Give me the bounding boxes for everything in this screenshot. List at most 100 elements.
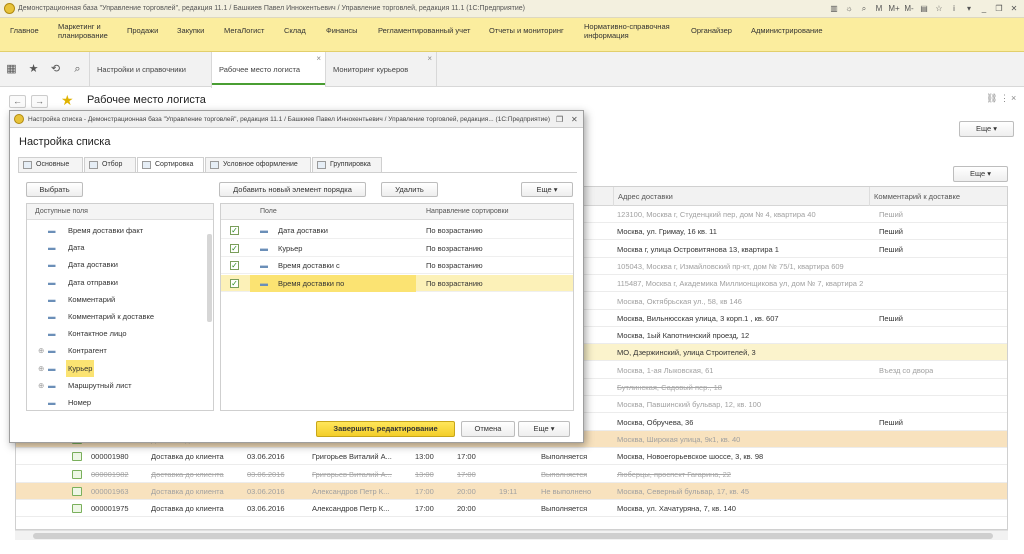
- grid-cell-address: МО, Дзержинский, улица Строителей, 3: [617, 348, 756, 358]
- menu-item-0[interactable]: Главное: [10, 26, 39, 35]
- menu-item-2[interactable]: Продажи: [127, 26, 158, 35]
- sort-direction[interactable]: По возрастанию: [426, 240, 483, 257]
- calc-icon[interactable]: ▤: [918, 2, 930, 15]
- menu-item-8[interactable]: Отчеты и мониторинг: [489, 26, 564, 35]
- sort-checkbox[interactable]: ✓: [230, 278, 239, 288]
- expand-plus-icon[interactable]: ⊕: [38, 377, 44, 394]
- grid-cell-address: Москва г, улица Островитянова 13, кварти…: [617, 244, 779, 254]
- dropdown-icon[interactable]: ▾: [963, 2, 975, 15]
- field-item[interactable]: ⊕ ▬ Курьер: [27, 359, 207, 377]
- search-icon[interactable]: ⌕: [71, 63, 84, 76]
- menu-item-7[interactable]: Регламентированный учет: [378, 26, 470, 35]
- history-icon[interactable]: ⟲: [49, 63, 62, 76]
- favorites-star-icon[interactable]: ★: [27, 63, 40, 76]
- close-icon[interactable]: ×: [1011, 93, 1016, 103]
- field-label: Дата доставки: [68, 260, 118, 270]
- grid-menu-icon[interactable]: ▦: [5, 63, 18, 76]
- tab-courier-label: Мониторинг курьеров: [333, 65, 409, 74]
- sort-direction[interactable]: По возрастанию: [426, 222, 483, 239]
- panel-icon[interactable]: ▥: [828, 2, 840, 15]
- memory-plus-icon[interactable]: M+: [888, 2, 900, 15]
- table-row[interactable]: 000001982 Доставка до клиента 03.06.2016 Гр…: [16, 466, 1007, 483]
- delete-button[interactable]: Удалить: [381, 182, 438, 197]
- settings-icon[interactable]: ☼: [843, 2, 855, 15]
- restore-icon[interactable]: ❐: [556, 111, 563, 128]
- menu-item-6[interactable]: Финансы: [326, 26, 358, 35]
- field-item[interactable]: ▬ Дата: [27, 239, 207, 256]
- field-icon: ▬: [260, 243, 268, 253]
- cancel-button[interactable]: Отмена: [461, 421, 515, 437]
- sort-checkbox[interactable]: ✓: [230, 226, 239, 235]
- tab-courier-monitoring[interactable]: Мониторинг курьеров ×: [325, 52, 437, 87]
- info-icon[interactable]: i: [948, 2, 960, 15]
- sort-row[interactable]: ✓ ▬ Время доставки с По возрастанию: [221, 257, 573, 274]
- menu-item-11[interactable]: Администрирование: [751, 26, 823, 35]
- favorite-star-icon[interactable]: ★: [61, 92, 74, 109]
- table-row[interactable]: 000001963 Доставка до клиента 03.06.2016 Ал…: [16, 482, 1007, 500]
- maximize-icon[interactable]: ❐: [993, 2, 1005, 15]
- grid-cell-address: Москва, Северный бульвар, 17, кв. 45: [617, 486, 750, 496]
- sort-more-button[interactable]: Еще ▾: [521, 182, 573, 197]
- memory-minus-icon[interactable]: M-: [903, 2, 915, 15]
- sort-direction[interactable]: По возрастанию: [426, 257, 483, 274]
- dialog-tab-2[interactable]: Сортировка: [137, 157, 204, 173]
- field-item[interactable]: ▬ Комментарий к доставке: [27, 308, 207, 325]
- add-order-element-button[interactable]: Добавить новый элемент порядка: [219, 182, 366, 197]
- close-window-icon[interactable]: ✕: [1008, 2, 1020, 15]
- close-tab-icon[interactable]: ×: [427, 52, 432, 66]
- tab-settings[interactable]: Настройки и справочники: [89, 52, 211, 87]
- dialog-more-button[interactable]: Еще ▾: [518, 421, 570, 437]
- grid-more-button[interactable]: Еще ▾: [953, 166, 1008, 182]
- table-row[interactable]: 000001980 Доставка до клиента 03.06.2016 Гр…: [16, 448, 1007, 466]
- dialog-tab-1[interactable]: Отбор: [84, 157, 136, 172]
- field-item[interactable]: ▬ Контактное лицо: [27, 325, 207, 342]
- sort-row[interactable]: ✓ ▬ Курьер По возрастанию: [221, 240, 573, 257]
- field-item[interactable]: ▬ Комментарий: [27, 291, 207, 308]
- memory-icon[interactable]: M: [873, 2, 885, 15]
- more-button[interactable]: Еще ▾: [959, 121, 1014, 137]
- close-dialog-icon[interactable]: ✕: [571, 111, 578, 128]
- dialog-tab-4[interactable]: Группировка: [312, 157, 382, 172]
- sort-direction[interactable]: По возрастанию: [426, 275, 483, 292]
- field-item[interactable]: ▬ Дата доставки: [27, 256, 207, 273]
- horizontal-scrollbar[interactable]: [15, 530, 1008, 540]
- menu-item-9[interactable]: Нормативно-справочная информация: [584, 22, 670, 40]
- table-row[interactable]: 000001975 Доставка до клиента 03.06.2016 Ал…: [16, 500, 1007, 518]
- link-icon[interactable]: ⛓: [986, 93, 997, 104]
- fields-scrollbar[interactable]: [207, 234, 212, 322]
- expand-plus-icon[interactable]: ⊕: [38, 342, 44, 359]
- tab-logist-workplace[interactable]: Рабочее место логиста ×: [211, 52, 325, 88]
- field-item[interactable]: ▬ Номер: [27, 394, 207, 410]
- close-tab-icon[interactable]: ×: [316, 52, 321, 66]
- menu-item-10[interactable]: Органайзер: [691, 26, 732, 35]
- grid-cell-date: 03.06.2016: [247, 452, 285, 462]
- column-header-address[interactable]: Адрес доставки: [613, 187, 869, 206]
- minimize-icon[interactable]: _: [978, 2, 990, 15]
- star-icon[interactable]: ☆: [933, 2, 945, 15]
- sort-order-panel[interactable]: Поле Направление сортировки ✓ ▬ Дата доста…: [220, 203, 574, 411]
- sort-checkbox[interactable]: ✓: [230, 243, 239, 253]
- more-vertical-icon[interactable]: ⋮: [1000, 93, 1009, 104]
- sort-row[interactable]: ✓ ▬ Время доставки по По возрастанию: [221, 274, 573, 292]
- menu-item-3[interactable]: Закупки: [177, 26, 204, 35]
- dialog-tab-3[interactable]: Условное оформление: [205, 157, 311, 172]
- scrollbar-thumb[interactable]: [33, 533, 993, 539]
- sort-row[interactable]: ✓ ▬ Дата доставки По возрастанию: [221, 222, 573, 239]
- field-item[interactable]: ⊕ ▬ Контрагент: [27, 342, 207, 359]
- menu-item-4[interactable]: МегаЛогист: [224, 26, 264, 35]
- forward-arrow-icon[interactable]: →: [31, 95, 48, 108]
- field-item[interactable]: ▬ Время доставки факт: [27, 222, 207, 239]
- sort-checkbox[interactable]: ✓: [230, 261, 239, 270]
- field-item[interactable]: ▬ Дата отправки: [27, 274, 207, 291]
- dialog-tab-0[interactable]: Основные: [18, 157, 83, 172]
- menu-item-5[interactable]: Склад: [284, 26, 306, 35]
- menu-item-1[interactable]: Маркетинг и планирование: [58, 22, 108, 40]
- expand-plus-icon[interactable]: ⊕: [38, 360, 44, 377]
- find-icon[interactable]: ⌕: [858, 2, 870, 15]
- available-fields-panel[interactable]: Доступные поля ▬ Время доставки факт ▬ Дата…: [26, 203, 214, 411]
- finish-editing-button[interactable]: Завершить редактирование: [316, 421, 455, 437]
- column-header-comment[interactable]: Комментарий к доставке: [869, 187, 995, 206]
- field-item[interactable]: ⊕ ▬ Маршрутный лист: [27, 377, 207, 394]
- select-button[interactable]: Выбрать: [26, 182, 83, 197]
- back-arrow-icon[interactable]: ←: [9, 95, 26, 108]
